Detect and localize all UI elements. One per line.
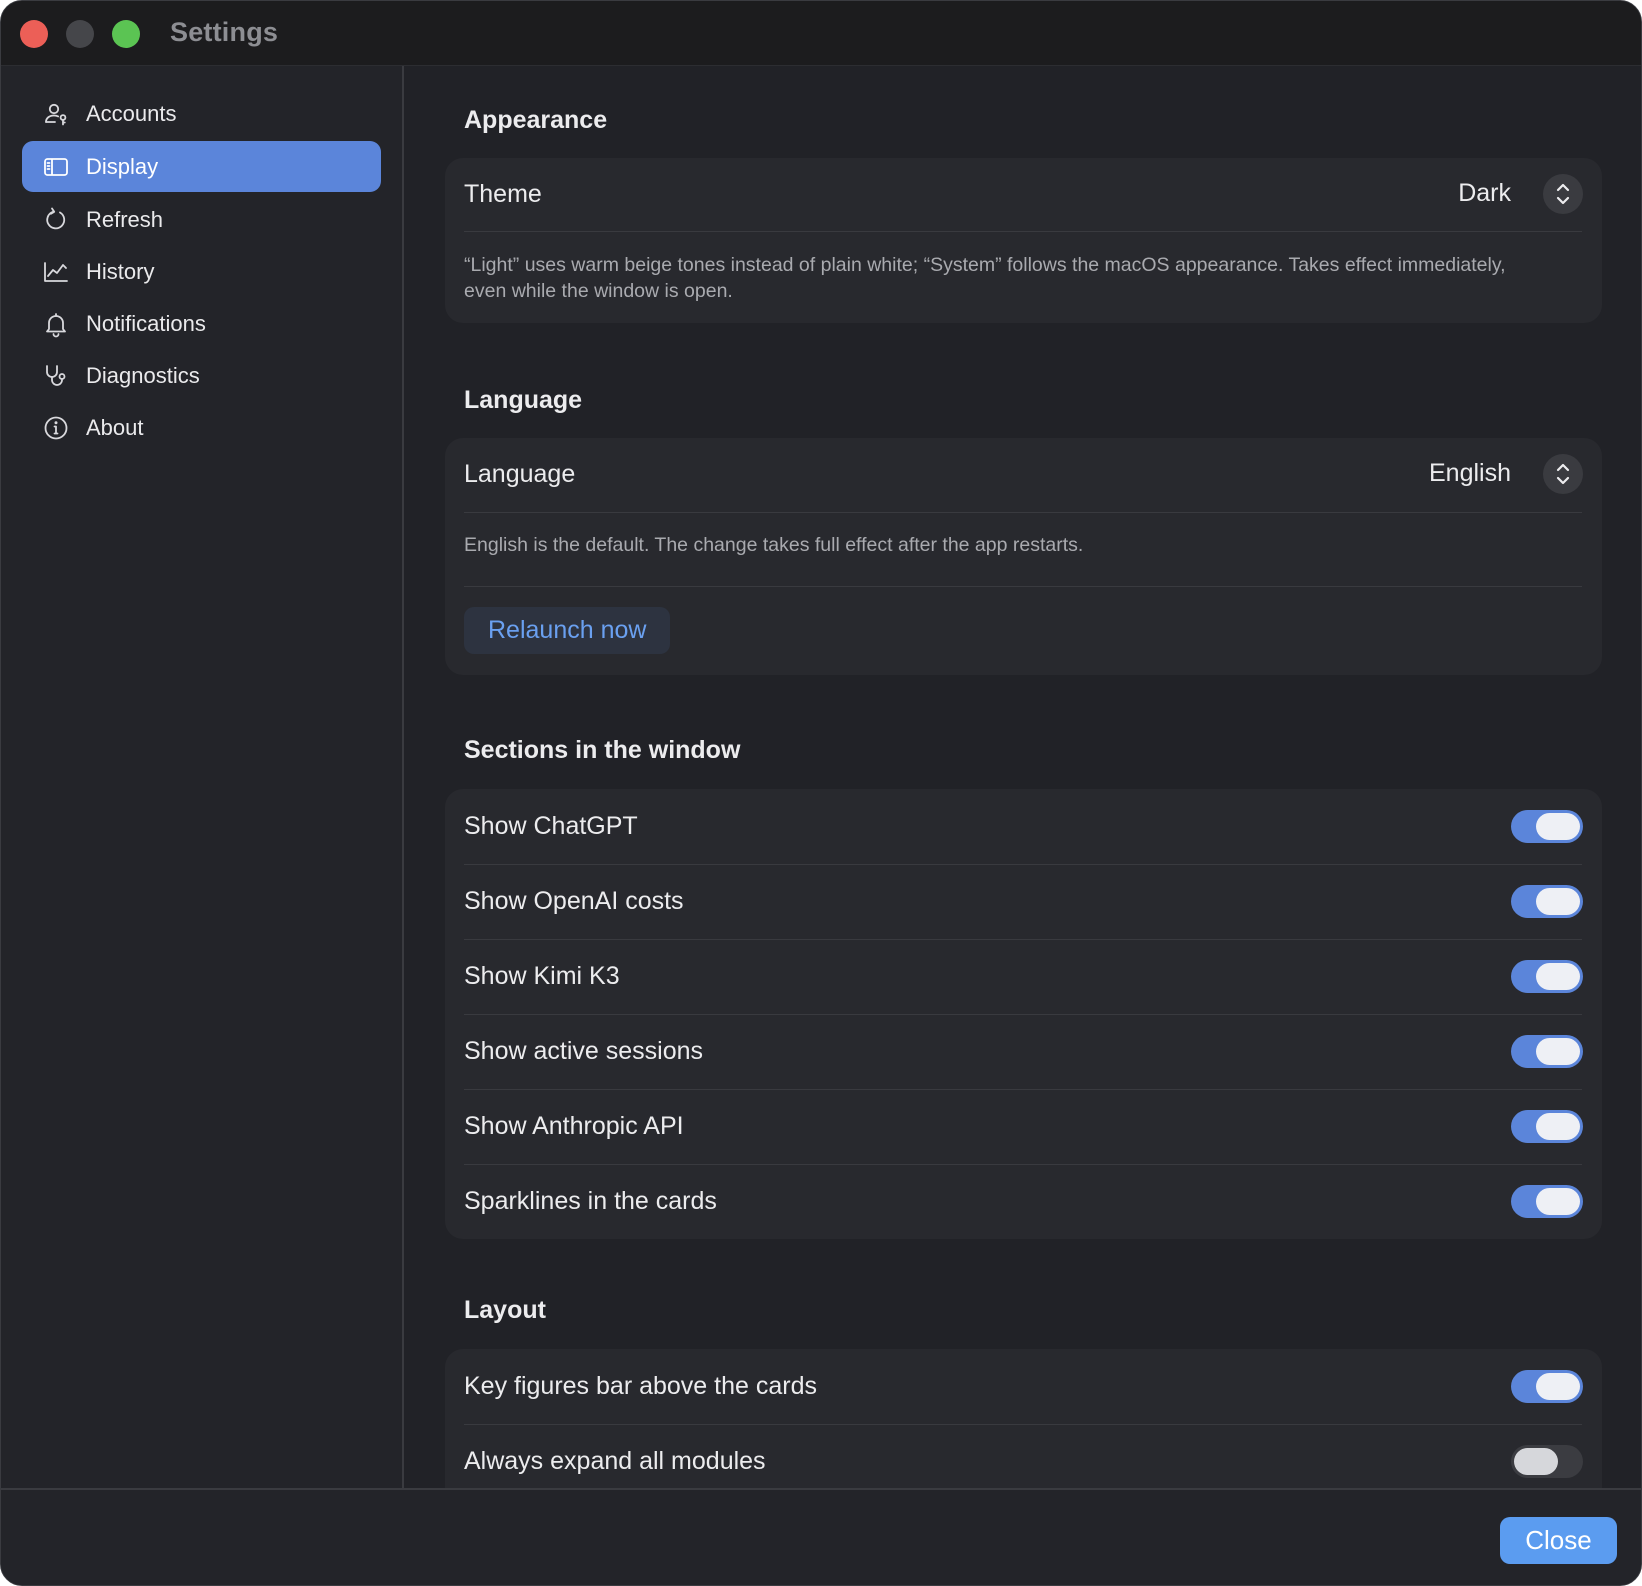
divider (464, 512, 1582, 513)
toggle-label: Always expand all modules (464, 1447, 766, 1475)
section-title-language: Language (464, 386, 583, 414)
key-figures-bar-toggle[interactable] (1511, 1370, 1583, 1403)
toggle-knob (1536, 888, 1580, 915)
sidebar: Accounts Display Refresh History Notific… (1, 66, 404, 1488)
toggle-label: Show Anthropic API (464, 1112, 684, 1140)
toggle-label: Key figures bar above the cards (464, 1372, 817, 1400)
toggle-row-key-figures-bar: Key figures bar above the cards (464, 1349, 1582, 1424)
sidebar-item-label: Display (86, 153, 159, 179)
toggle-knob (1536, 1113, 1580, 1140)
toggle-label: Sparklines in the cards (464, 1187, 717, 1215)
language-select-value[interactable]: English (1429, 459, 1511, 488)
sidebar-item-label: Accounts (86, 100, 177, 126)
toggle-label: Show ChatGPT (464, 812, 638, 840)
toggle-label: Show OpenAI costs (464, 887, 684, 915)
sidebar-item-about[interactable]: About (22, 402, 381, 453)
chevron-up-down-icon (1556, 463, 1570, 485)
appearance-card: Theme Dark “Light” uses warm beige tones… (445, 158, 1602, 323)
chevron-up-down-icon (1556, 183, 1570, 205)
show-active-sessions-toggle[interactable] (1511, 1035, 1583, 1068)
toggle-row-show-chatgpt: Show ChatGPT (464, 789, 1582, 864)
divider (464, 586, 1582, 587)
window-title: Settings (170, 17, 279, 47)
close-window-button[interactable] (20, 20, 48, 48)
close-button[interactable]: Close (1500, 1517, 1617, 1564)
layout-card: Key figures bar above the cards Always e… (445, 1349, 1602, 1488)
sidebar-item-label: About (86, 414, 144, 440)
theme-row: Theme (464, 158, 1582, 231)
sidebar-item-label: Diagnostics (86, 362, 200, 388)
title-bar: Settings (1, 1, 1641, 66)
section-title-appearance: Appearance (464, 106, 608, 134)
sidebar-item-label: History (86, 258, 155, 284)
theme-select-value[interactable]: Dark (1458, 179, 1511, 208)
toggle-knob (1536, 1038, 1580, 1065)
bell-icon (41, 309, 71, 339)
sidebar-item-display[interactable]: Display (22, 141, 381, 192)
stethoscope-icon (41, 361, 71, 391)
language-row: Language (464, 438, 1582, 511)
toggle-row-show-kimi-k3: Show Kimi K3 (464, 939, 1582, 1014)
toggle-knob (1536, 963, 1580, 990)
toggle-row-show-active-sessions: Show active sessions (464, 1014, 1582, 1089)
theme-label: Theme (464, 180, 542, 208)
minimize-window-button[interactable] (66, 20, 94, 48)
language-card: Language English English is the default.… (445, 438, 1602, 675)
sidebar-item-label: Refresh (86, 206, 164, 232)
show-chatgpt-toggle[interactable] (1511, 810, 1583, 843)
show-kimi-k3-toggle[interactable] (1511, 960, 1583, 993)
sections-card: Show ChatGPT Show OpenAI costs Show Kimi… (445, 789, 1602, 1239)
section-title-sections: Sections in the window (464, 736, 741, 764)
display-icon (41, 152, 71, 182)
footer-bar: Close (1, 1488, 1641, 1585)
toggle-row-sparklines: Sparklines in the cards (464, 1164, 1582, 1239)
accounts-icon (41, 99, 71, 129)
toggle-label: Show Kimi K3 (464, 962, 620, 990)
sidebar-item-label: Notifications (86, 310, 206, 336)
info-icon (41, 413, 71, 443)
toggle-knob (1514, 1448, 1558, 1475)
toggle-label: Show active sessions (464, 1037, 704, 1065)
language-select-button[interactable] (1543, 454, 1583, 494)
toggle-row-always-expand: Always expand all modules (464, 1424, 1582, 1488)
language-help-text: English is the default. The change takes… (464, 534, 1084, 556)
section-title-layout: Layout (464, 1296, 546, 1324)
divider (464, 231, 1582, 232)
toggle-row-show-openai-costs: Show OpenAI costs (464, 864, 1582, 939)
sparklines-toggle[interactable] (1511, 1185, 1583, 1218)
theme-select-button[interactable] (1543, 174, 1583, 214)
show-anthropic-api-toggle[interactable] (1511, 1110, 1583, 1143)
sidebar-item-history[interactable]: History (22, 246, 381, 297)
theme-help-text: “Light” uses warm beige tones instead of… (464, 254, 1506, 302)
history-chart-icon (41, 257, 71, 287)
sidebar-item-refresh[interactable]: Refresh (22, 194, 381, 245)
toggle-knob (1536, 813, 1580, 840)
settings-window: Settings Accounts Display Refresh Histor… (0, 0, 1642, 1586)
language-label: Language (464, 460, 576, 488)
always-expand-toggle[interactable] (1511, 1445, 1583, 1478)
sidebar-item-accounts[interactable]: Accounts (22, 88, 381, 139)
refresh-icon (41, 205, 71, 235)
settings-content: Appearance Theme Dark “Light” uses warm … (404, 66, 1641, 1488)
toggle-row-show-anthropic-api: Show Anthropic API (464, 1089, 1582, 1164)
sidebar-item-diagnostics[interactable]: Diagnostics (22, 350, 381, 401)
toggle-knob (1536, 1188, 1580, 1215)
toggle-knob (1536, 1373, 1580, 1400)
zoom-window-button[interactable] (112, 20, 140, 48)
relaunch-now-button[interactable]: Relaunch now (464, 607, 671, 654)
show-openai-costs-toggle[interactable] (1511, 885, 1583, 918)
sidebar-item-notifications[interactable]: Notifications (22, 298, 381, 349)
